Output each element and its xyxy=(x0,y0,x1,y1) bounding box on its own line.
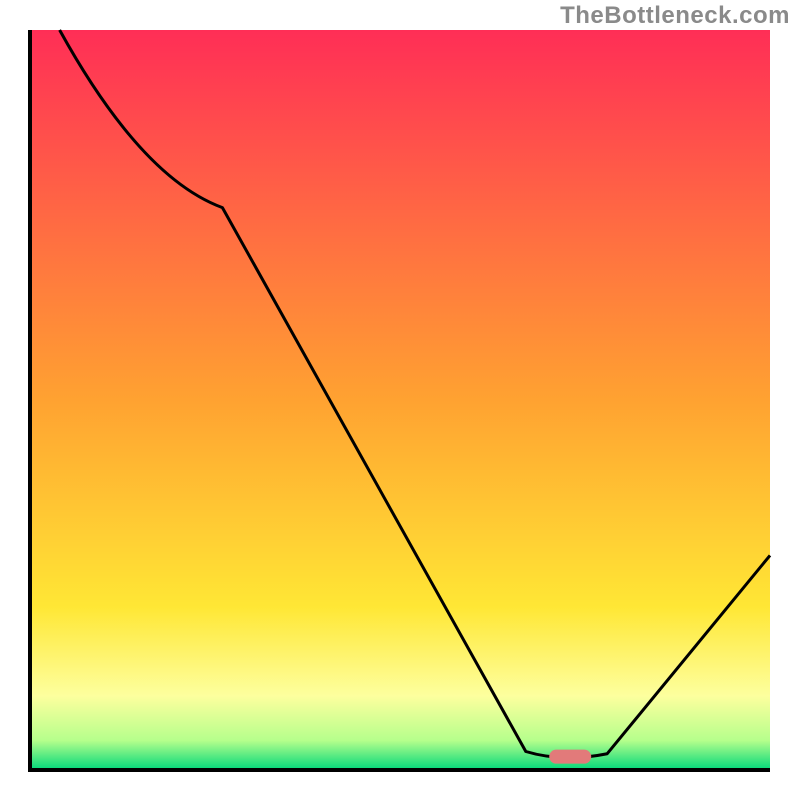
optimal-marker xyxy=(549,750,591,764)
chart-container: TheBottleneck.com xyxy=(0,0,800,800)
bottleneck-chart xyxy=(0,0,800,800)
gradient-background xyxy=(30,30,770,770)
watermark-text: TheBottleneck.com xyxy=(560,2,790,30)
